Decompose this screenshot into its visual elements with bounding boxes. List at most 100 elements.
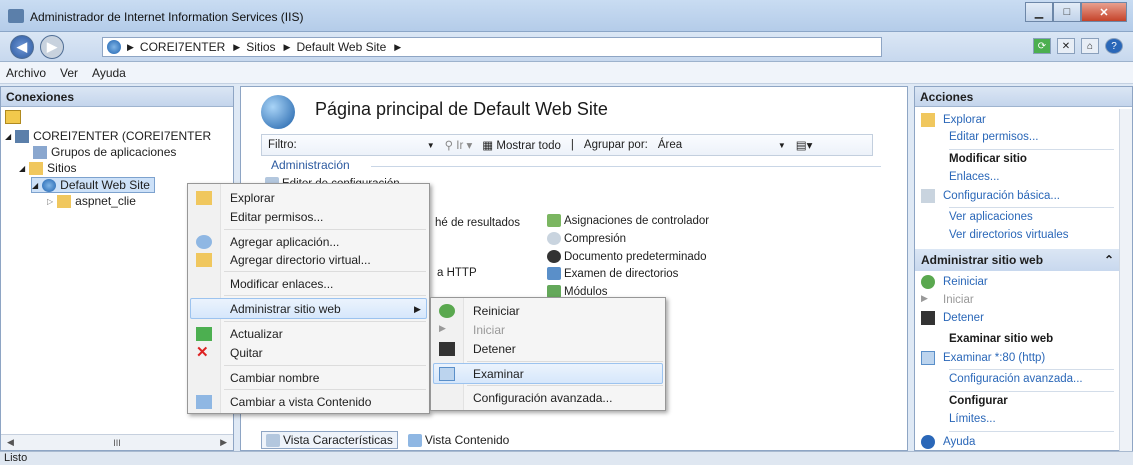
section-header: Administración [271,158,350,172]
ctx-refresh[interactable]: Actualizar [188,324,283,344]
ctx-manage-site[interactable]: Administrar sitio web ▶ [188,299,425,319]
breadcrumb-item-sites[interactable]: Sitios [246,40,275,54]
scroll-right-icon[interactable]: ▶ [220,437,227,448]
restart-icon [921,275,935,289]
sub-restart[interactable]: Reiniciar [431,301,520,321]
title-bar: Administrador de Internet Information Se… [0,0,1133,32]
restart-icon [439,304,455,318]
chevron-down-icon[interactable]: ▼ [427,141,435,150]
collapse-icon[interactable]: ⌃ [1104,253,1114,267]
status-bar: Listo [0,451,1133,465]
action-restart[interactable]: Reiniciar [915,275,988,289]
breadcrumb-item-site[interactable]: Default Web Site [296,40,386,54]
group-by-select[interactable]: Área [658,139,768,151]
divider [224,389,426,390]
action-explore[interactable]: Explorar [915,113,986,127]
add-application-icon [196,235,212,249]
maximize-button[interactable]: □ [1053,2,1081,22]
browse-icon [439,367,455,381]
actions-vscroll[interactable] [1119,109,1132,451]
action-view-applications[interactable]: Ver aplicaciones [949,211,1033,223]
feature-http-redirect[interactable]: a HTTP [437,267,477,279]
app-pool-icon [33,145,47,159]
scroll-thumb[interactable]: III [113,438,121,448]
chevron-right-icon: ▶ [233,41,241,52]
actions-panel: Acciones Explorar Editar permisos... Mod… [914,86,1133,451]
tree-node-aspnet[interactable]: ▷ aspnet_clie [47,194,136,208]
stop-icon[interactable]: ✕ [1057,38,1075,54]
action-help[interactable]: Ayuda [915,435,975,449]
feature-default-document[interactable]: Documento predeterminado [547,250,707,263]
action-view-vdirs[interactable]: Ver directorios virtuales [949,229,1069,241]
highlight [433,363,663,384]
sub-start[interactable]: ▶ Iniciar [431,320,505,340]
settings-icon [921,189,935,203]
ctx-add-application[interactable]: Agregar aplicación... [188,232,339,252]
status-text: Listo [4,452,28,464]
go-button[interactable]: ⚲ Ir ▾ [445,138,473,152]
feature-directory-browsing[interactable]: Examen de directorios [547,267,678,280]
connect-icon[interactable] [5,110,21,124]
action-advanced-settings[interactable]: Configuración avanzada... [949,373,1083,385]
section-browse-site: Examinar sitio web [949,333,1054,345]
ctx-add-vdir[interactable]: Agregar directorio virtual... [188,250,371,270]
forward-button[interactable]: ▶ [40,35,64,59]
breadcrumb[interactable]: ▶ COREI7ENTER ▶ Sitios ▶ Default Web Site ▶ [102,37,882,57]
connections-hscroll[interactable]: ◀ III ▶ [1,434,233,450]
site-globe-icon [261,95,295,129]
sub-browse[interactable]: Examinar [431,364,524,384]
globe-icon [107,40,121,54]
action-browse-80[interactable]: Examinar *:80 (http) [915,351,1045,365]
page-title: Página principal de Default Web Site [315,99,608,119]
action-bindings[interactable]: Enlaces... [949,171,1000,183]
tree-node-app-pools[interactable]: Grupos de aplicaciones [33,145,176,159]
home-icon[interactable]: ⌂ [1081,38,1099,54]
action-edit-permissions[interactable]: Editar permisos... [949,131,1038,143]
action-stop[interactable]: Detener [915,311,984,325]
menu-archivo[interactable]: Archivo [6,66,46,80]
tree-node-sites[interactable]: ◢ Sitios [19,161,77,175]
divider [224,295,426,296]
divider [224,365,426,366]
folder-icon [57,194,72,208]
tab-content-view[interactable]: Vista Contenido [404,432,514,448]
scroll-left-icon[interactable]: ◀ [7,437,14,448]
feature-output-cache[interactable]: hé de resultados [435,217,520,229]
handler-mappings-icon [547,214,561,227]
play-icon: ▶ [439,323,446,333]
menu-ayuda[interactable]: Ayuda [92,66,126,80]
ctx-switch-content-view[interactable]: Cambiar a vista Contenido [188,392,371,412]
divider [949,369,1114,370]
filter-input[interactable] [307,137,427,153]
back-button[interactable]: ◀ [10,35,34,59]
divider [371,166,881,167]
action-basic-settings[interactable]: Configuración básica... [915,189,1060,203]
feature-handler-mappings[interactable]: Asignaciones de controlador [547,214,709,227]
actions-header: Acciones [915,87,1132,107]
browse-icon [921,351,935,365]
globe-icon [42,178,57,192]
refresh-icon [196,327,212,341]
action-limits[interactable]: Límites... [949,413,996,425]
tree-node-default-site[interactable]: ◢ Default Web Site [31,177,155,193]
chevron-right-icon[interactable]: ▶ [394,42,401,53]
tab-features-view[interactable]: Vista Características [261,431,398,449]
action-start[interactable]: ▶ Iniciar [915,293,974,307]
ctx-explore[interactable]: Explorar [188,188,275,208]
tree-node-server[interactable]: ◢ COREI7ENTER (COREI7ENTER [5,129,211,143]
divider [224,271,426,272]
group-manage-site[interactable]: Administrar sitio web ⌃ [915,249,1120,271]
sub-stop[interactable]: Detener [431,339,516,359]
refresh-icon[interactable]: ⟳ [1033,38,1051,54]
show-all-button[interactable]: ▦ Mostrar todo [482,138,561,152]
close-button[interactable]: ✕ [1081,2,1127,22]
minimize-button[interactable]: ▁ [1025,2,1053,22]
help-icon[interactable]: ? [1105,38,1123,54]
chevron-down-icon[interactable]: ▼ [778,141,786,150]
feature-compression[interactable]: Compresión [547,232,626,245]
ctx-remove[interactable]: ✕ Quitar [188,343,263,363]
view-mode-button[interactable]: ▤▾ [796,138,813,152]
breadcrumb-item-server[interactable]: COREI7ENTER [140,40,225,54]
window-title: Administrador de Internet Information Se… [30,10,304,24]
menu-ver[interactable]: Ver [60,66,78,80]
